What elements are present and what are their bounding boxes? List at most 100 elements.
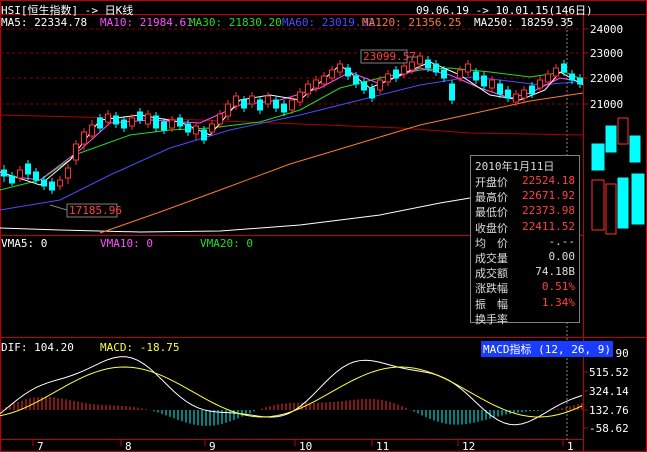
candle-body bbox=[377, 79, 383, 91]
candle-body bbox=[441, 69, 447, 79]
candle-body bbox=[569, 73, 575, 81]
candle-body bbox=[233, 95, 239, 107]
candle-body bbox=[113, 115, 119, 125]
candle-body bbox=[545, 73, 551, 83]
candle-body bbox=[449, 83, 455, 101]
candle-body bbox=[481, 75, 487, 87]
candle-body bbox=[81, 131, 87, 145]
ma-legend-item: MA5: 22334.78 bbox=[1, 16, 88, 29]
candle-body bbox=[497, 83, 503, 95]
low-annotation: 17185.96 bbox=[69, 204, 122, 217]
candle-body bbox=[185, 123, 191, 133]
candle-body bbox=[385, 73, 391, 83]
ma-legend-item: MA120: 21356.25 bbox=[362, 16, 462, 29]
candle-body bbox=[345, 67, 351, 77]
candle-body bbox=[265, 95, 271, 105]
candle-body bbox=[137, 111, 143, 121]
volume-bar bbox=[605, 183, 617, 235]
date-axis-label: 7 bbox=[37, 440, 44, 452]
vma-legend-item: VMA20: 0 bbox=[200, 237, 253, 250]
candle-body bbox=[153, 115, 159, 129]
candle-body bbox=[57, 179, 63, 187]
candle-body bbox=[217, 113, 223, 125]
candle-body bbox=[201, 129, 207, 141]
volume-bar bbox=[617, 177, 629, 229]
macd-indicator-button[interactable]: MACD指标 (12, 26, 9) bbox=[481, 341, 613, 357]
info-key: 最低价 bbox=[475, 206, 508, 220]
info-key: 成交额 bbox=[475, 267, 508, 281]
candle-body bbox=[129, 117, 135, 127]
info-value: 22411.52 bbox=[522, 219, 575, 233]
macd-axis-label: 132.76 bbox=[589, 404, 629, 417]
candle-body bbox=[321, 75, 327, 85]
info-value: 0.51% bbox=[541, 280, 575, 294]
volume-bar bbox=[591, 143, 605, 171]
volume-bar bbox=[605, 125, 617, 153]
info-value: 22524.18 bbox=[522, 174, 575, 187]
candle-body bbox=[465, 63, 471, 73]
candle-body bbox=[225, 103, 231, 117]
candle-body bbox=[433, 63, 439, 73]
dif-label: DIF: 104.20 bbox=[1, 341, 74, 354]
info-key: 涨跌幅 bbox=[475, 282, 508, 296]
info-value: 0.00 bbox=[548, 250, 576, 263]
macd-label: MACD: -18.75 bbox=[100, 341, 180, 354]
candle-body bbox=[297, 91, 303, 103]
low-annotation-leader bbox=[49, 204, 68, 211]
info-value: 1.34% bbox=[541, 295, 575, 309]
volume-bar bbox=[617, 117, 629, 145]
candle-body bbox=[281, 103, 287, 113]
info-key: 振 幅 bbox=[475, 297, 508, 311]
info-row: 开盘价 22524.18 bbox=[475, 174, 577, 189]
info-row: 成交量 0.00 bbox=[475, 250, 577, 265]
info-key: 成交量 bbox=[475, 252, 508, 265]
info-row: 振 幅 1.34% bbox=[475, 296, 577, 311]
candle-body bbox=[193, 125, 199, 135]
candle-body bbox=[177, 117, 183, 127]
candle-body bbox=[489, 79, 495, 89]
candle-body bbox=[425, 59, 431, 69]
volume-bar bbox=[629, 135, 641, 163]
macd-axis-label: 324.14 bbox=[589, 385, 629, 398]
info-value: 74.18B bbox=[535, 265, 575, 279]
info-row: 换手率 bbox=[475, 311, 577, 326]
candle-body bbox=[529, 85, 535, 95]
candle-body bbox=[89, 124, 95, 137]
candle-body bbox=[561, 63, 567, 73]
volume-bar bbox=[631, 173, 645, 225]
candle-body bbox=[369, 87, 375, 99]
candle-body bbox=[537, 79, 543, 89]
candle-body bbox=[241, 99, 247, 109]
info-key: 换手率 bbox=[475, 312, 508, 326]
info-key: 开盘价 bbox=[475, 176, 508, 189]
candle-body bbox=[249, 95, 255, 105]
candle-body bbox=[121, 119, 127, 129]
candle-body bbox=[473, 71, 479, 81]
candle-body bbox=[289, 99, 295, 111]
candle-body bbox=[257, 99, 263, 111]
macd-axis-label: 515.52 bbox=[589, 366, 629, 379]
info-row: 均 价 -.-- bbox=[475, 235, 577, 250]
info-row: 最低价 22373.98 bbox=[475, 204, 577, 219]
volume-bar bbox=[591, 179, 605, 231]
candle-body bbox=[313, 79, 319, 89]
date-axis-label: 10 bbox=[299, 440, 312, 452]
info-key: 最高价 bbox=[475, 191, 508, 205]
candle-body bbox=[505, 89, 511, 99]
candle-body bbox=[401, 65, 407, 75]
candle-body bbox=[209, 123, 215, 133]
ma-extra-line bbox=[0, 114, 584, 136]
ma-legend-item: MA30: 21830.20 bbox=[189, 16, 282, 29]
candle-body bbox=[41, 179, 47, 187]
date-axis-label: 8 bbox=[125, 440, 132, 452]
candle-body bbox=[337, 63, 343, 73]
candle-body bbox=[305, 83, 311, 95]
candle-body bbox=[161, 121, 167, 131]
dif-line bbox=[0, 356, 583, 426]
candle-body bbox=[169, 119, 175, 129]
date-axis-label: 11 bbox=[376, 440, 389, 452]
info-value: 22671.92 bbox=[522, 189, 575, 203]
candle-body bbox=[25, 163, 31, 175]
candle-body bbox=[33, 171, 39, 181]
candle-body bbox=[353, 75, 359, 85]
